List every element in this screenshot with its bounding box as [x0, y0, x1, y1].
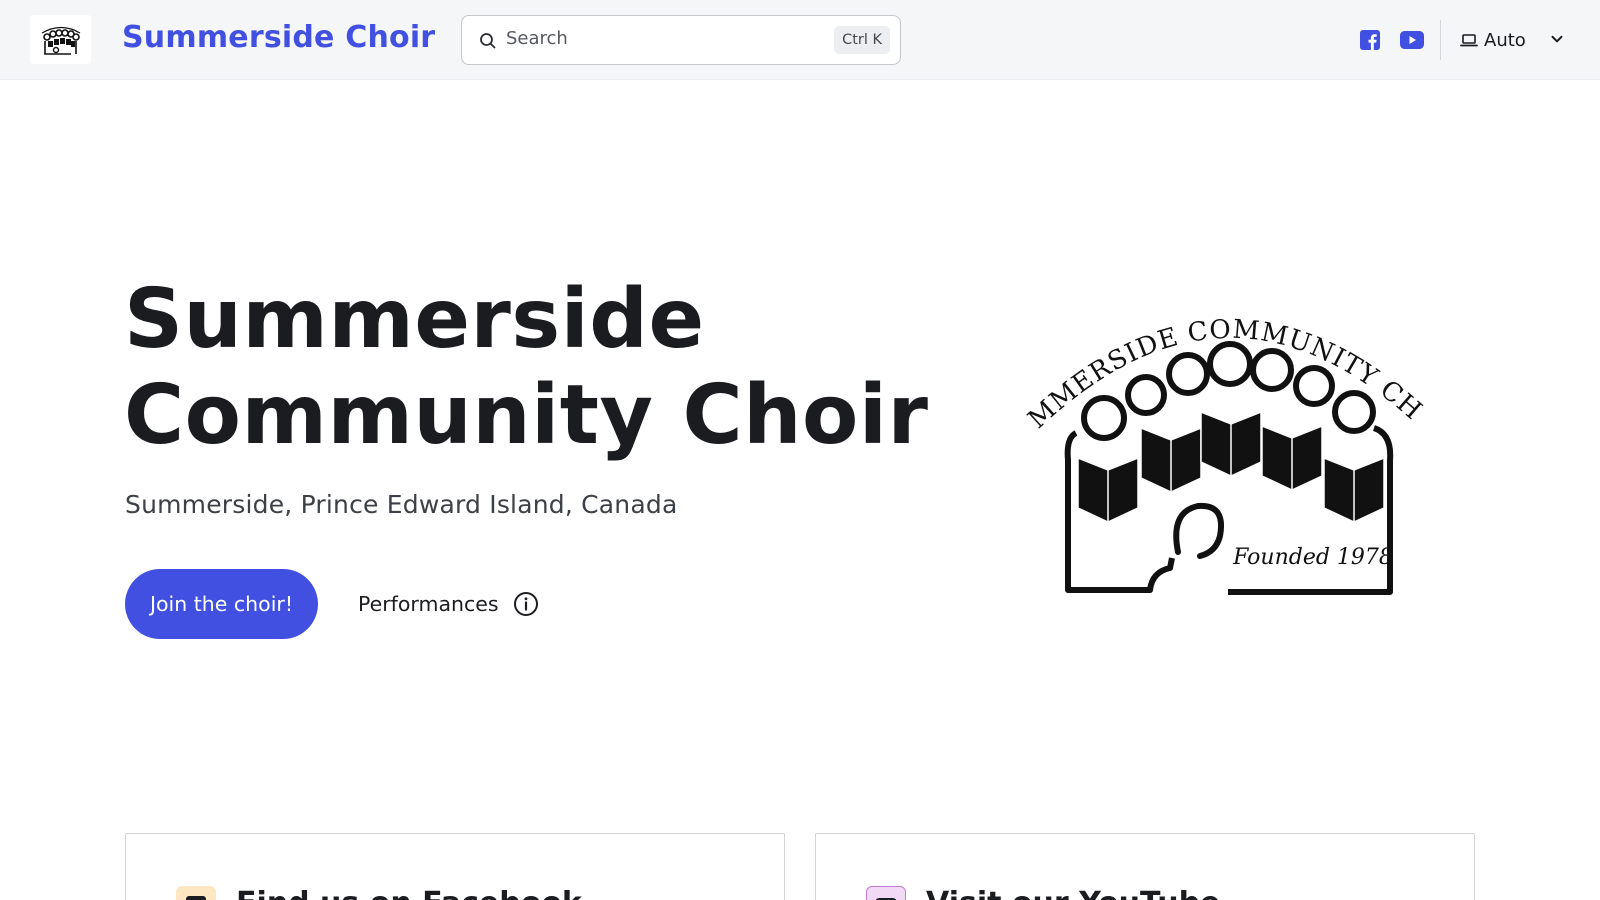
search-shortcut-badge: Ctrl K	[834, 26, 890, 54]
hero-title: Summerside Community Choir	[124, 272, 984, 464]
choir-logo-icon[interactable]	[30, 15, 91, 64]
hero-subtitle: Summerside, Prince Edward Island, Canada	[125, 490, 678, 519]
chevron-down-icon[interactable]	[1549, 31, 1565, 47]
performances-label: Performances	[358, 592, 499, 616]
site-title[interactable]: Summerside Choir	[122, 20, 435, 55]
header-divider	[1440, 20, 1441, 60]
youtube-card[interactable]: Visit our YouTube	[815, 833, 1475, 900]
hero-title-line1: Summerside	[124, 272, 705, 367]
search-icon	[480, 33, 496, 49]
theme-selector[interactable]: Auto	[1460, 24, 1526, 56]
youtube-card-title: Visit our YouTube	[926, 886, 1220, 900]
site-header: Summerside Choir Search Ctrl K Auto	[0, 0, 1600, 80]
laptop-icon	[1460, 34, 1478, 47]
theme-label: Auto	[1484, 29, 1526, 51]
logo-arc-text: SUMMERSIDE COMMUNITY CHOIR	[1020, 300, 1428, 435]
youtube-icon[interactable]	[1399, 29, 1425, 51]
summerside-community-choir-logo: SUMMERSIDE COMMUNITY CHOIR Founded 1978	[1020, 300, 1428, 595]
hero-title-line2: Community Choir	[124, 368, 929, 463]
facebook-card[interactable]: Find us on Facebook	[125, 833, 785, 900]
facebook-icon	[176, 886, 216, 900]
logo-founded-text: Founded 1978	[1232, 545, 1393, 570]
youtube-icon	[866, 886, 906, 900]
join-choir-button[interactable]: Join the choir!	[125, 569, 318, 639]
info-icon	[513, 592, 538, 616]
search-input[interactable]: Search Ctrl K	[461, 15, 901, 65]
performances-link[interactable]: Performances	[358, 586, 539, 622]
search-placeholder: Search	[506, 28, 568, 49]
facebook-card-title: Find us on Facebook	[236, 886, 582, 900]
facebook-icon[interactable]	[1359, 29, 1381, 51]
